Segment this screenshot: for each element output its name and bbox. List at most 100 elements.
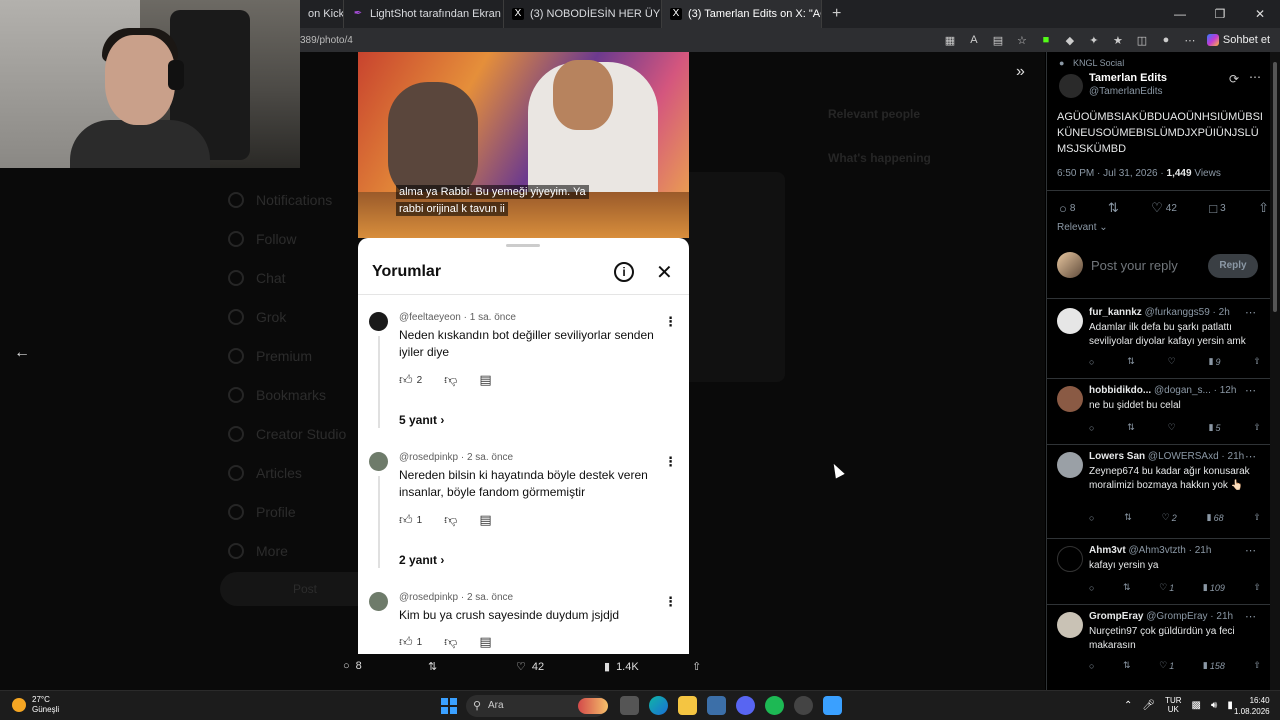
reply-icon[interactable]: ○	[1089, 422, 1094, 433]
tab-x-tamerlan[interactable]: X(3) Tamerlan Edits on X: "AGÜOÜM✕	[662, 0, 822, 28]
more-options-icon[interactable]: ⋯	[1249, 70, 1261, 84]
comment-user[interactable]: @feeltaeyeon	[399, 312, 461, 323]
reply-input[interactable]: Post your reply	[1091, 258, 1178, 273]
like-button[interactable]: ♡ 1	[1159, 582, 1174, 593]
nav-creator-studio[interactable]: Creator Studio	[228, 414, 346, 453]
view-replies-button[interactable]: 5 yanıt ›	[399, 413, 444, 427]
collections-icon[interactable]: ◫	[1135, 34, 1149, 47]
like-button[interactable]: ♡ 2	[1162, 512, 1177, 523]
reply-icon[interactable]: ○	[1089, 582, 1094, 593]
avatar[interactable]	[1057, 546, 1083, 572]
repost-icon[interactable]: ⇅	[1123, 582, 1131, 593]
repost-button[interactable]: ⇅	[1108, 200, 1119, 216]
more-options-icon[interactable]: ⋮	[664, 594, 677, 610]
more-options-icon[interactable]: ⋯	[1245, 306, 1256, 319]
grok-icon[interactable]: ⟳	[1229, 72, 1239, 86]
task-view-icon[interactable]	[620, 696, 639, 715]
share-button[interactable]: ⇧	[1258, 200, 1269, 216]
reply-button[interactable]: ○ 8	[1059, 200, 1075, 216]
media-like-button[interactable]: ♡ 42	[516, 660, 544, 674]
edge-icon[interactable]	[649, 696, 668, 715]
avatar[interactable]	[1057, 612, 1083, 638]
nav-articles[interactable]: Articles	[228, 453, 346, 492]
like-button[interactable]: 👍︎ 1	[399, 634, 422, 650]
reply-submit-button[interactable]: Reply	[1208, 254, 1258, 278]
new-tab-button[interactable]: +	[822, 5, 851, 23]
media-share-button[interactable]: ⇧	[692, 660, 701, 673]
close-window-icon[interactable]: ✕	[1240, 0, 1280, 28]
reply-item[interactable]: Lowers San @LOWERSAxd · 21h ⋯ Zeynep674 …	[1047, 448, 1270, 534]
file-explorer-icon[interactable]	[678, 696, 697, 715]
repost-icon[interactable]: ⇅	[1127, 356, 1135, 367]
network-icon[interactable]: ▩	[1192, 700, 1201, 711]
views-button[interactable]: ▮ 158	[1203, 660, 1225, 671]
like-button[interactable]: ♡ 1	[1159, 660, 1174, 671]
photos-icon[interactable]	[823, 696, 842, 715]
profile-icon[interactable]: ●	[1159, 34, 1173, 46]
author-name[interactable]: Tamerlan Edits	[1089, 72, 1167, 84]
maximize-icon[interactable]: ❐	[1200, 0, 1240, 28]
chevron-up-icon[interactable]: ⌃	[1124, 700, 1132, 711]
scrollbar-thumb[interactable]	[1273, 62, 1277, 312]
puzzle-icon[interactable]: ✦	[1087, 34, 1101, 47]
reply-icon[interactable]: ○	[1089, 356, 1094, 367]
nav-chat[interactable]: Chat	[228, 258, 346, 297]
author-avatar[interactable]	[1059, 74, 1083, 98]
language-indicator[interactable]: TUR UK	[1165, 696, 1181, 714]
share-icon[interactable]: ⇧	[1253, 582, 1261, 593]
like-button[interactable]: ♡ 42	[1151, 200, 1177, 216]
more-options-icon[interactable]: ⋯	[1245, 450, 1256, 463]
spotify-icon[interactable]	[765, 696, 784, 715]
weather-widget[interactable]: 27°C Güneşli	[12, 695, 59, 715]
dislike-button[interactable]: 👎︎	[444, 634, 457, 650]
taskbar-search[interactable]: ⚲ Ara	[466, 695, 608, 717]
app-icon[interactable]	[707, 696, 726, 715]
menu-icon[interactable]: ⋯	[1183, 34, 1197, 47]
reader-icon[interactable]: ▤	[991, 34, 1005, 47]
steam-icon[interactable]	[794, 696, 813, 715]
translate-icon[interactable]: A	[967, 34, 981, 46]
post-time[interactable]: 6:50 PM · Jul 31, 2026 ·	[1057, 168, 1167, 179]
dislike-button[interactable]: 👎︎	[444, 372, 457, 388]
avatar[interactable]	[369, 312, 388, 331]
view-replies-button[interactable]: 2 yanıt ›	[399, 553, 444, 567]
reply-item[interactable]: Ahm3vt @Ahm3vtzth · 21h ⋯ kafayı yersin …	[1047, 542, 1270, 602]
avatar[interactable]	[1057, 452, 1083, 478]
share-icon[interactable]: ⇧	[1253, 356, 1261, 367]
clock[interactable]: 16:40 1.08.2026	[1234, 695, 1270, 717]
views-button[interactable]: ▮ 109	[1203, 582, 1225, 593]
copilot-button[interactable]: Sohbet et	[1206, 34, 1270, 46]
media-repost-button[interactable]: ⇅	[428, 660, 437, 673]
more-options-icon[interactable]: ⋯	[1245, 610, 1256, 623]
panel-scrollbar[interactable]	[1270, 52, 1280, 690]
author-handle[interactable]: @TamerlanEdits	[1089, 86, 1163, 97]
share-icon[interactable]: ⇧	[1253, 660, 1261, 671]
nav-bookmarks[interactable]: Bookmarks	[228, 375, 346, 414]
reply-button[interactable]: ▤	[479, 372, 491, 388]
dislike-button[interactable]: 👎︎	[444, 512, 457, 528]
reply-item[interactable]: hobbidikdo... @dogan_s... · 12h ⋯ ne bu …	[1047, 382, 1270, 442]
more-options-icon[interactable]: ⋯	[1245, 544, 1256, 557]
more-options-icon[interactable]: ⋮	[664, 314, 677, 330]
kick-extension-icon[interactable]: ■	[1039, 34, 1053, 46]
close-icon[interactable]: ✕	[656, 260, 673, 285]
discord-icon[interactable]	[736, 696, 755, 715]
favorites-icon[interactable]: ★	[1111, 34, 1125, 47]
media-views-button[interactable]: ▮ 1.4K	[604, 660, 639, 674]
repost-icon[interactable]: ⇅	[1127, 422, 1135, 433]
comment-user[interactable]: @rosedpinkp	[399, 592, 458, 603]
media-reply-button[interactable]: ○ 8	[343, 660, 362, 672]
nav-profile[interactable]: Profile	[228, 492, 346, 531]
avatar[interactable]	[369, 592, 388, 611]
views-button[interactable]: ▮ 68	[1207, 512, 1224, 523]
expand-panel-icon[interactable]: »	[1016, 63, 1025, 81]
views-button[interactable]: ▮ 5	[1209, 422, 1221, 433]
heart-icon[interactable]: ♡	[1168, 356, 1176, 367]
tab-lightshot[interactable]: ✒LightShot tarafından Ekran Görünt✕	[344, 0, 504, 28]
reply-icon[interactable]: ○	[1089, 660, 1094, 671]
reply-button[interactable]: ▤	[479, 634, 491, 650]
tab-x-nobodiesin[interactable]: X(3) NOBODİESİN HER ÜYESİ BENİM✕	[504, 0, 662, 28]
sort-dropdown[interactable]: Relevant ⌄	[1057, 222, 1108, 233]
favorite-star-icon[interactable]: ☆	[1015, 34, 1029, 47]
reply-icon[interactable]: ○	[1089, 512, 1094, 523]
